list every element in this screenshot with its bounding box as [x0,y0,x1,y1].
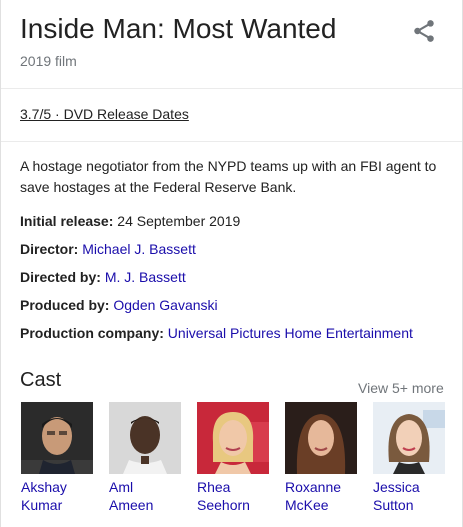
divider [1,141,462,142]
description: A hostage negotiator from the NYPD teams… [20,158,437,195]
cast-photo-avatar[interactable] [109,402,181,474]
cast-heading: Cast [20,369,62,391]
cast-photo-avatar[interactable] [197,402,269,474]
cast-photo-avatar[interactable] [285,402,357,474]
fact-label: Initial release: [20,213,114,229]
production-company-link[interactable]: Universal Pictures Home Entertainment [168,325,413,341]
cast-card-jessica-sutton[interactable]: Jessica Sutton [373,402,445,514]
fact-label: Produced by: [20,297,110,313]
rating-link[interactable]: 3.7/5 · DVD Release Dates [20,106,189,122]
cast-first-name: Jessica [373,479,420,495]
cast-last-name: Seehorn [197,497,250,513]
fact-produced-by: Produced by: Ogden Gavanski [20,297,218,313]
cast-card-roxanne-mckee[interactable]: Roxanne McKee [285,402,357,514]
fact-initial-release: Initial release: 24 September 2019 [20,213,240,229]
fact-label: Director: [20,241,79,257]
cast-first-name: Roxanne [285,479,342,495]
share-icon[interactable] [411,18,437,44]
fact-director: Director: Michael J. Bassett [20,241,196,257]
cast-photo-avatar[interactable] [373,402,445,474]
view-more-link[interactable]: View 5+ more [358,380,444,396]
cast-last-name: Kumar [21,497,63,513]
page-subtitle: 2019 film [20,53,77,69]
cast-name[interactable]: Aml Ameen [109,478,181,514]
directed-by-link[interactable]: M. J. Bassett [105,269,186,285]
page-title: Inside Man: Most Wanted [20,13,337,44]
cast-first-name: Aml [109,479,134,495]
cast-last-name: Sutton [373,497,414,513]
fact-directed-by: Directed by: M. J. Bassett [20,269,186,285]
cast-photo-avatar[interactable] [21,402,93,474]
cast-last-name: Ameen [109,497,154,513]
cast-name[interactable]: Rhea Seehorn [197,478,269,514]
cast-card-akshay-kumar[interactable]: Akshay Kumar [21,402,93,514]
cast-name[interactable]: Akshay Kumar [21,478,93,514]
cast-name[interactable]: Roxanne McKee [285,478,357,514]
knowledge-panel: Inside Man: Most Wanted 2019 film 3.7/5 … [0,0,463,527]
panel-header: Inside Man: Most Wanted 2019 film [1,0,462,89]
cast-first-name: Akshay [21,479,67,495]
fact-label: Directed by: [20,269,101,285]
fact-label: Production company: [20,325,164,341]
cast-first-name: Rhea [197,479,231,495]
fact-production-company: Production company: Universal Pictures H… [20,325,413,341]
cast-card-rhea-seehorn[interactable]: Rhea Seehorn [197,402,269,514]
cast-name[interactable]: Jessica Sutton [373,478,445,514]
cast-last-name: McKee [285,497,329,513]
fact-value: 24 September 2019 [117,213,241,229]
cast-card-aml-ameen[interactable]: Aml Ameen [109,402,181,514]
director-link[interactable]: Michael J. Bassett [82,241,196,257]
producer-link[interactable]: Ogden Gavanski [113,297,217,313]
